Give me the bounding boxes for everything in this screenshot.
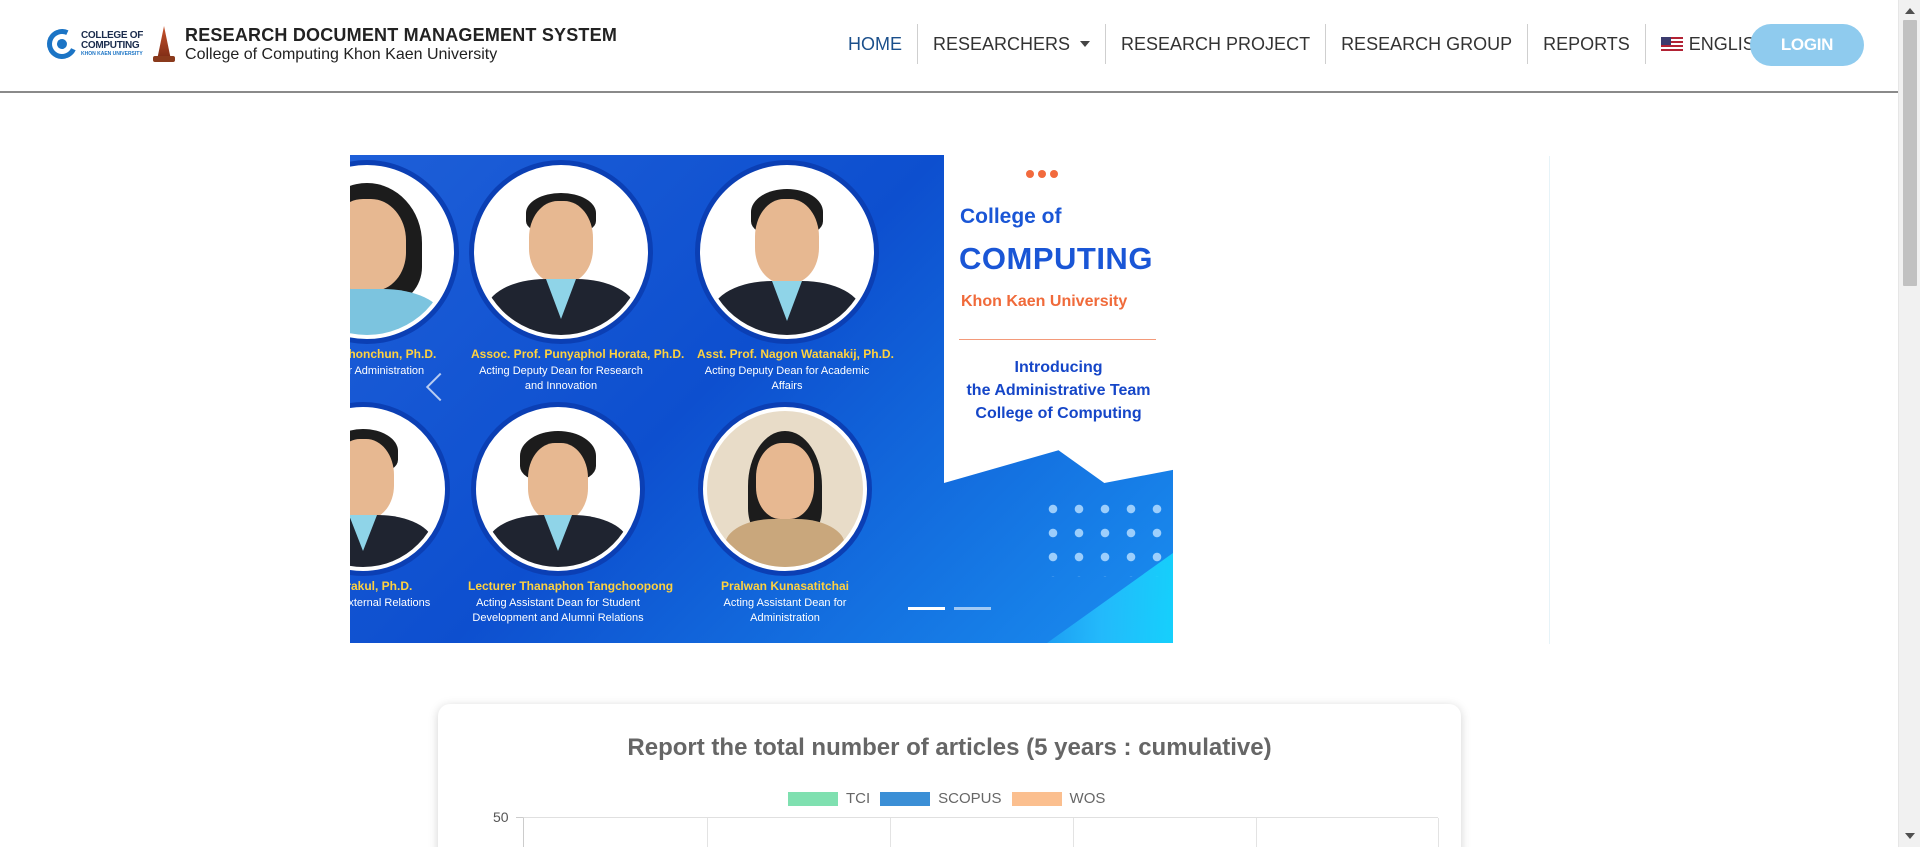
person-portrait (474, 165, 648, 339)
main-nav: HOME RESEARCHERS RESEARCH PROJECT RESEAR… (833, 24, 1804, 64)
legend-item-wos[interactable]: WOS (1011, 790, 1106, 807)
nav-research-group-label: RESEARCH GROUP (1341, 34, 1513, 54)
panel-divider (959, 339, 1156, 340)
carousel-person-4: chontrakul, Ph.D. Dean for External Rela… (350, 407, 453, 611)
carousel-person-3: Asst. Prof. Nagon Watanakij, Ph.D. Actin… (697, 165, 894, 394)
person-name: Assoc. Prof. Punyaphol Horata, Ph.D. (471, 347, 685, 361)
legend-label-scopus: SCOPUS (938, 790, 1002, 807)
report-card: Report the total number of articles (5 y… (438, 704, 1461, 847)
scroll-down-arrow-icon[interactable] (1905, 833, 1915, 839)
page-scrollbar[interactable] (1898, 0, 1920, 847)
college-of-computing-logo: COLLEGE OF COMPUTING KHON KAEN UNIVERSIT… (42, 24, 143, 64)
top-navbar: COLLEGE OF COMPUTING KHON KAEN UNIVERSIT… (0, 0, 1898, 93)
nav-reports-label: REPORTS (1543, 34, 1630, 54)
person-portrait (350, 165, 454, 339)
carousel-indicator-1[interactable] (908, 607, 945, 610)
site-subtitle: College of Computing Khon Kaen Universit… (185, 45, 498, 63)
kku-tower-logo-icon (151, 24, 177, 64)
legend-label-tci: TCI (846, 790, 871, 807)
legend-swatch-wos (1011, 791, 1062, 806)
legend-label-wos: WOS (1069, 790, 1106, 807)
college-logo-mark-icon (42, 24, 82, 64)
college-logo-line2: COMPUTING (81, 40, 140, 51)
panel-intro-line1: Introducing (1014, 359, 1103, 376)
panel-intro-line3: College of Computing (975, 405, 1142, 422)
panel-university: Khon Kaen University (961, 293, 1128, 310)
person-portrait (476, 407, 640, 571)
nav-reports[interactable]: REPORTS (1528, 24, 1646, 64)
carousel-indicators (908, 607, 991, 610)
person-role: Acting Deputy Dean for Academic Affairs (704, 365, 870, 392)
hero-carousel[interactable]: Intarasothonchun, Ph.D. Dean for Adminis… (350, 155, 1173, 643)
person-role: Acting Assistant Dean for Student Develo… (472, 597, 644, 624)
chart-plot-area (523, 817, 1439, 847)
page: COLLEGE OF COMPUTING KHON KAEN UNIVERSIT… (0, 0, 1920, 847)
person-role: Acting Deputy Dean for Research and Inno… (479, 365, 643, 392)
person-name: Pralwan Kunasatitchai (720, 579, 850, 593)
y-axis-tick-mark (516, 817, 523, 818)
panel-computing: COMPUTING (959, 241, 1153, 276)
nav-researchers-label: RESEARCHERS (933, 34, 1071, 54)
caret-down-icon (1080, 41, 1091, 47)
decorative-dot-grid (1040, 497, 1173, 577)
scroll-thumb[interactable] (1903, 20, 1917, 286)
login-button[interactable]: LOGIN (1750, 24, 1864, 66)
chart-gridline (1073, 818, 1074, 847)
decorative-dots-icon (1026, 170, 1058, 178)
chart-gridline (1438, 818, 1439, 847)
chart-gridline (707, 818, 708, 847)
person-portrait (700, 165, 874, 339)
legend-item-scopus[interactable]: SCOPUS (880, 790, 1002, 807)
carousel-person-2: Assoc. Prof. Punyaphol Horata, Ph.D. Act… (471, 165, 685, 394)
report-title: Report the total number of articles (5 y… (627, 734, 1272, 761)
person-name: Intarasothonchun, Ph.D. (350, 347, 437, 361)
person-name: Lecturer Thanaphon Tangchoopong (468, 579, 674, 593)
chart-legend: TCI SCOPUS WOS (788, 790, 1115, 807)
brand-text: RESEARCH DOCUMENT MANAGEMENT SYSTEM Coll… (185, 25, 617, 64)
panel-intro-line2: the Administrative Team (966, 382, 1151, 399)
scroll-up-arrow-icon[interactable] (1905, 8, 1915, 14)
college-logo-text: COLLEGE OF COMPUTING KHON KAEN UNIVERSIT… (81, 31, 143, 57)
nav-research-group[interactable]: RESEARCH GROUP (1326, 24, 1529, 64)
person-portrait (350, 407, 445, 571)
panel-intro-text: Introducing the Administrative Team Coll… (944, 356, 1173, 425)
site-title: RESEARCH DOCUMENT MANAGEMENT SYSTEM (185, 24, 618, 45)
nav-research-project[interactable]: RESEARCH PROJECT (1106, 24, 1327, 64)
carousel-next-slide-edge (1549, 156, 1550, 644)
legend-swatch-scopus (880, 791, 931, 806)
us-flag-icon (1660, 36, 1683, 52)
carousel-person-6: Pralwan Kunasatitchai Acting Assistant D… (695, 407, 875, 626)
nav-researchers-dropdown[interactable]: RESEARCHERS (918, 24, 1107, 64)
college-logo-line3: KHON KAEN UNIVERSITY (81, 51, 143, 57)
chart-gridline (1256, 818, 1257, 847)
person-portrait (703, 407, 867, 571)
y-axis-tick-label: 50 (493, 809, 509, 825)
carousel-person-5: Lecturer Thanaphon Tangchoopong Acting A… (468, 407, 674, 626)
legend-item-tci[interactable]: TCI (788, 790, 870, 807)
brand[interactable]: COLLEGE OF COMPUTING KHON KAEN UNIVERSIT… (42, 24, 617, 64)
person-name: Asst. Prof. Nagon Watanakij, Ph.D. (697, 347, 894, 361)
carousel-indicator-2[interactable] (954, 607, 991, 610)
nav-home[interactable]: HOME (833, 24, 918, 64)
person-role: Dean for External Relations (350, 597, 431, 609)
nav-home-label: HOME (848, 34, 902, 54)
legend-swatch-tci (788, 791, 838, 806)
carousel-person-1: Intarasothonchun, Ph.D. Dean for Adminis… (350, 165, 457, 379)
person-role: Acting Assistant Dean for Administration (723, 597, 847, 624)
carousel-title-panel: College of COMPUTING Khon Kaen Universit… (944, 155, 1173, 483)
panel-college-of: College of (960, 205, 1062, 228)
nav-research-project-label: RESEARCH PROJECT (1121, 34, 1311, 54)
person-name: chontrakul, Ph.D. (350, 579, 413, 593)
chart-gridline (890, 818, 891, 847)
